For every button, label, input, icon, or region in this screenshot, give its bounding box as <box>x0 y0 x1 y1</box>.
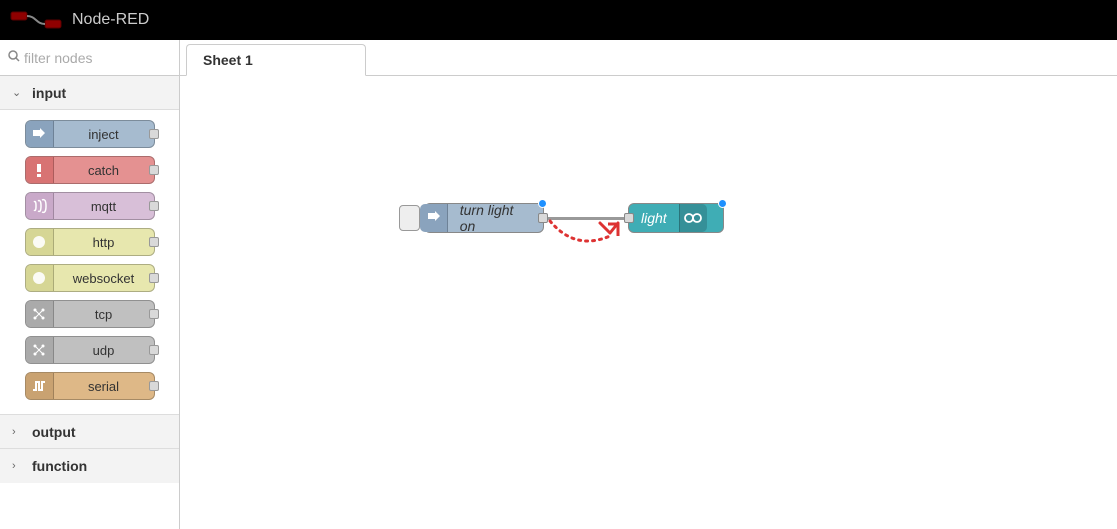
node-label: turn light on <box>448 202 543 234</box>
app-header: Node-RED <box>0 0 1117 40</box>
palette-node-label: serial <box>54 379 154 394</box>
palette-node-label: udp <box>54 343 154 358</box>
tab-bar: Sheet 1 <box>180 40 1117 76</box>
palette-node-tcp[interactable]: tcp <box>25 300 155 328</box>
nodered-logo-icon <box>10 10 62 30</box>
output-port[interactable] <box>149 165 159 175</box>
palette-sidebar: ⌄ input inject catch mqtt http websocket tcp u… <box>0 40 180 529</box>
arrow-icon <box>26 121 54 147</box>
changed-indicator-icon <box>538 199 547 208</box>
chevron-right-icon: › <box>12 426 26 438</box>
output-port[interactable] <box>149 237 159 247</box>
net-icon <box>26 301 54 327</box>
palette-node-label: catch <box>54 163 154 178</box>
palette-node-label: inject <box>54 127 154 142</box>
chevron-right-icon: › <box>12 460 26 472</box>
tab-label: Sheet 1 <box>203 52 253 68</box>
filter-nodes-input[interactable] <box>24 50 171 66</box>
chevron-down-icon: ⌄ <box>12 86 26 99</box>
globe-icon <box>26 229 54 255</box>
globe-icon <box>26 265 54 291</box>
palette-node-label: websocket <box>54 271 154 286</box>
net-icon <box>26 337 54 363</box>
workspace: Sheet 1 turn light on light <box>180 40 1117 529</box>
annotation-arrow-icon <box>540 216 630 256</box>
search-icon <box>8 50 20 65</box>
output-port[interactable] <box>149 129 159 139</box>
palette-filter <box>0 40 179 76</box>
arduino-icon <box>679 204 707 232</box>
node-label: light <box>629 210 679 226</box>
arrow-icon <box>420 204 447 232</box>
flow-node-inject[interactable]: turn light on <box>424 203 544 233</box>
changed-indicator-icon <box>718 199 727 208</box>
bang-icon <box>26 157 54 183</box>
palette-node-serial[interactable]: serial <box>25 372 155 400</box>
palette-node-inject[interactable]: inject <box>25 120 155 148</box>
palette-node-mqtt[interactable]: mqtt <box>25 192 155 220</box>
palette-node-label: mqtt <box>54 199 154 214</box>
output-port[interactable] <box>149 201 159 211</box>
category-function[interactable]: › function <box>0 449 179 483</box>
palette-node-label: tcp <box>54 307 154 322</box>
output-port[interactable] <box>149 381 159 391</box>
category-input[interactable]: ⌄ input <box>0 76 179 110</box>
output-port[interactable] <box>149 345 159 355</box>
category-label: input <box>32 85 66 101</box>
output-port[interactable] <box>149 273 159 283</box>
category-label: output <box>32 424 76 440</box>
palette-input-list: inject catch mqtt http websocket tcp udp serial <box>0 110 179 415</box>
palette-node-label: http <box>54 235 154 250</box>
wave-icon <box>26 193 54 219</box>
app-title: Node-RED <box>72 11 149 29</box>
tab-sheet-1[interactable]: Sheet 1 <box>186 44 366 76</box>
palette-node-catch[interactable]: catch <box>25 156 155 184</box>
flow-canvas[interactable]: turn light on light <box>180 76 1117 529</box>
category-label: function <box>32 458 87 474</box>
palette-node-http[interactable]: http <box>25 228 155 256</box>
flow-node-light[interactable]: light <box>628 203 724 233</box>
inject-button[interactable] <box>399 205 420 231</box>
palette-node-websocket[interactable]: websocket <box>25 264 155 292</box>
palette-node-udp[interactable]: udp <box>25 336 155 364</box>
pulse-icon <box>26 373 54 399</box>
output-port[interactable] <box>149 309 159 319</box>
category-output[interactable]: › output <box>0 415 179 449</box>
